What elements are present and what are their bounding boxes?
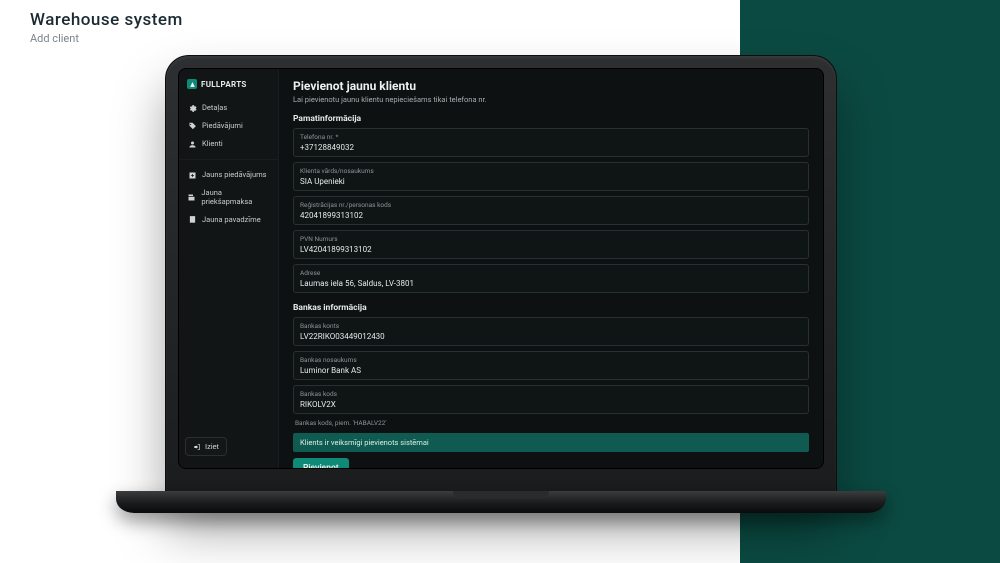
page-title: Pievienot jaunu klientu bbox=[293, 79, 809, 93]
field-value: SIA Upenieki bbox=[300, 177, 345, 186]
sidebar-item-new-invoice[interactable]: Jauna pavadzīme bbox=[179, 211, 278, 229]
section-basic-title: Pamatinformācija bbox=[293, 114, 809, 124]
sidebar-item-label: Jauns piedāvājums bbox=[202, 170, 267, 179]
section-bank-title: Bankas informācija bbox=[293, 303, 809, 313]
main-content: Pievienot jaunu klientu Lai pievienotu j… bbox=[279, 69, 823, 468]
sidebar-item-offers[interactable]: Piedāvājumi bbox=[179, 117, 278, 135]
field-label: Bankas konts bbox=[300, 322, 802, 330]
field-label: Reģistrācijas nr./personas kods bbox=[300, 201, 802, 209]
caption-subtitle: Add client bbox=[30, 32, 183, 45]
sidebar: FULLPARTS Detaļas bbox=[179, 69, 279, 468]
logout-label: Iziet bbox=[205, 442, 219, 451]
field-bank-name[interactable]: Bankas nosaukums Luminor Bank AS bbox=[293, 351, 809, 380]
submit-button[interactable]: Pievienot bbox=[293, 458, 349, 468]
field-label: Bankas nosaukums bbox=[300, 356, 802, 364]
bank-code-hint: Bankas kods, piem. 'HABALV22' bbox=[295, 419, 809, 427]
sidebar-item-clients[interactable]: Klienti bbox=[179, 135, 278, 153]
field-label: Klienta vārds/nosaukums bbox=[300, 167, 802, 175]
field-label: Bankas kods bbox=[300, 390, 802, 398]
sidebar-item-label: Detaļas bbox=[202, 103, 227, 112]
sidebar-item-details[interactable]: Detaļas bbox=[179, 99, 278, 117]
logout-icon bbox=[193, 443, 201, 451]
gear-icon bbox=[187, 103, 197, 113]
nav-divider bbox=[179, 159, 278, 160]
field-value: Laumas iela 56, Saldus, LV-3801 bbox=[300, 279, 414, 288]
receipt-icon bbox=[187, 215, 197, 225]
sidebar-item-new-offer[interactable]: Jauns piedāvājums bbox=[179, 166, 278, 184]
brand-icon bbox=[187, 79, 197, 89]
sidebar-item-new-prepayment[interactable]: Jauna priekšapmaksa bbox=[179, 184, 278, 211]
logout-button[interactable]: Iziet bbox=[185, 437, 227, 456]
field-value: 42041899313102 bbox=[300, 211, 363, 220]
field-regno[interactable]: Reģistrācijas nr./personas kods 42041899… bbox=[293, 196, 809, 225]
laptop-base bbox=[116, 491, 886, 513]
field-value: +37128849032 bbox=[300, 143, 354, 152]
field-client-name[interactable]: Klienta vārds/nosaukums SIA Upenieki bbox=[293, 162, 809, 191]
field-label: Telefona nr. * bbox=[300, 133, 802, 141]
field-value: RIKOLV2X bbox=[300, 400, 336, 409]
field-bank-code[interactable]: Bankas kods RIKOLV2X bbox=[293, 385, 809, 414]
page-subtitle: Lai pievienotu jaunu klientu nepieciešam… bbox=[293, 95, 809, 104]
field-label: PVN Numurs bbox=[300, 235, 802, 243]
nav-secondary: Jauns piedāvājums Jauna priekšapmaksa bbox=[179, 164, 278, 231]
field-label: Adrese bbox=[300, 269, 802, 277]
caption-title: Warehouse system bbox=[30, 10, 183, 30]
sidebar-item-label: Piedāvājumi bbox=[202, 121, 243, 130]
sidebar-item-label: Jauna priekšapmaksa bbox=[201, 188, 270, 207]
brand: FULLPARTS bbox=[179, 75, 278, 97]
sidebar-item-label: Jauna pavadzīme bbox=[202, 215, 261, 224]
field-value: Luminor Bank AS bbox=[300, 366, 361, 375]
brand-name: FULLPARTS bbox=[201, 80, 247, 89]
page-caption: Warehouse system Add client bbox=[30, 10, 183, 45]
sidebar-item-label: Klienti bbox=[202, 139, 223, 148]
field-value: LV42041899313102 bbox=[300, 245, 372, 254]
plus-box-icon bbox=[187, 170, 197, 180]
prepay-icon bbox=[187, 192, 196, 202]
field-phone[interactable]: Telefona nr. * +37128849032 bbox=[293, 128, 809, 157]
field-vat[interactable]: PVN Numurs LV42041899313102 bbox=[293, 230, 809, 259]
nav-primary: Detaļas Piedāvājumi Klient bbox=[179, 97, 278, 155]
tag-icon bbox=[187, 121, 197, 131]
field-bank-account[interactable]: Bankas konts LV22RIKO03449012430 bbox=[293, 317, 809, 346]
field-value: LV22RIKO03449012430 bbox=[300, 332, 385, 341]
person-icon bbox=[187, 139, 197, 149]
success-alert: Klients ir veiksmīgi pievienots sistēmai bbox=[293, 433, 809, 452]
laptop-frame: FULLPARTS Detaļas bbox=[165, 55, 837, 500]
field-address[interactable]: Adrese Laumas iela 56, Saldus, LV-3801 bbox=[293, 264, 809, 293]
